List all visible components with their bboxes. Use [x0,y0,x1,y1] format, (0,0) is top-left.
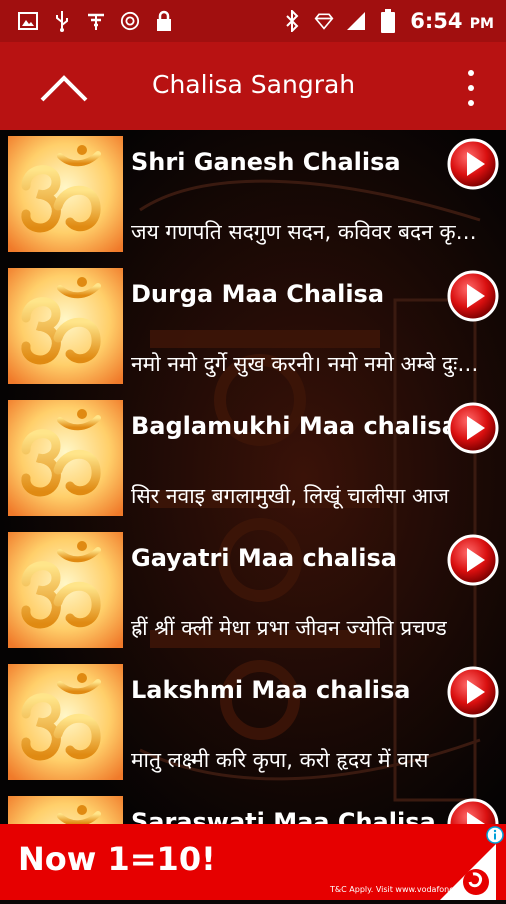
chalisa-first-line: मातु लक्ष्मी करि कृपा, करो हृदय में वास [131,748,429,772]
chalisa-first-line: जय गणपति सदगुण सदन, कविवर बदन कृपाल [131,220,483,244]
chalisa-list[interactable]: Shri Ganesh Chalisa जय गणपति सदगुण सदन, … [0,130,506,824]
chalisa-first-line: ह्रीं श्रीं क्लीं मेधा प्रभा जीवन ज्योति… [131,616,447,640]
om-thumbnail [8,796,123,824]
list-item[interactable]: Saraswati Maa Chalisa [0,790,506,824]
play-icon[interactable] [447,402,499,454]
battery-icon [378,9,398,33]
chalisa-first-line: नमो नमो दुर्गे सुख करनी। नमो नमो अम्बे द… [131,352,483,376]
lock-icon [154,10,174,31]
app-toolbar: Chalisa Sangrah [0,42,506,130]
list-item[interactable]: Lakshmi Maa chalisa मातु लक्ष्मी करि कृप… [0,658,506,790]
play-icon[interactable] [447,798,499,824]
diamond-icon [314,11,334,31]
om-thumbnail [8,664,123,780]
gallery-icon [18,11,38,31]
chevron-up-icon[interactable] [36,68,92,108]
list-item[interactable]: Gayatri Maa chalisa ह्रीं श्रीं क्लीं मे… [0,526,506,658]
wifi-settings-icon [86,11,106,31]
page-title: Chalisa Sangrah [152,70,356,99]
chalisa-title: Baglamukhi Maa chalisa [131,412,458,440]
om-thumbnail [8,268,123,384]
list-item[interactable]: Shri Ganesh Chalisa जय गणपति सदगुण सदन, … [0,130,506,262]
bluetooth-icon [282,10,302,32]
vodafone-logo-icon [440,844,496,900]
play-icon[interactable] [447,270,499,322]
chalisa-title: Saraswati Maa Chalisa [131,808,436,824]
chalisa-title: Gayatri Maa chalisa [131,544,397,572]
play-icon[interactable] [447,534,499,586]
clock: 6:54 PM [410,9,494,33]
om-thumbnail [8,400,123,516]
ad-headline: Now 1=10! [18,840,216,878]
usb-icon [52,11,72,32]
more-vert-icon[interactable] [464,70,478,106]
list-item[interactable]: Durga Maa Chalisa नमो नमो दुर्गे सुख करन… [0,262,506,394]
om-thumbnail [8,136,123,252]
at-sign-icon [120,11,140,31]
chalisa-title: Durga Maa Chalisa [131,280,385,308]
chalisa-title: Shri Ganesh Chalisa [131,148,401,176]
list-item[interactable]: Baglamukhi Maa chalisa सिर नवाइ बगलामुखी… [0,394,506,526]
chalisa-title: Lakshmi Maa chalisa [131,676,411,704]
ad-info-icon[interactable] [486,826,504,844]
ad-banner[interactable]: Now 1=10! T&C Apply. Visit www.vodafone.… [0,824,506,900]
status-bar: 6:54 PM [0,0,506,42]
om-thumbnail [8,532,123,648]
play-icon[interactable] [447,666,499,718]
chalisa-first-line: सिर नवाइ बगलामुखी, लिखूं चालीसा आज [131,484,450,508]
signal-icon [346,11,366,31]
play-icon[interactable] [447,138,499,190]
